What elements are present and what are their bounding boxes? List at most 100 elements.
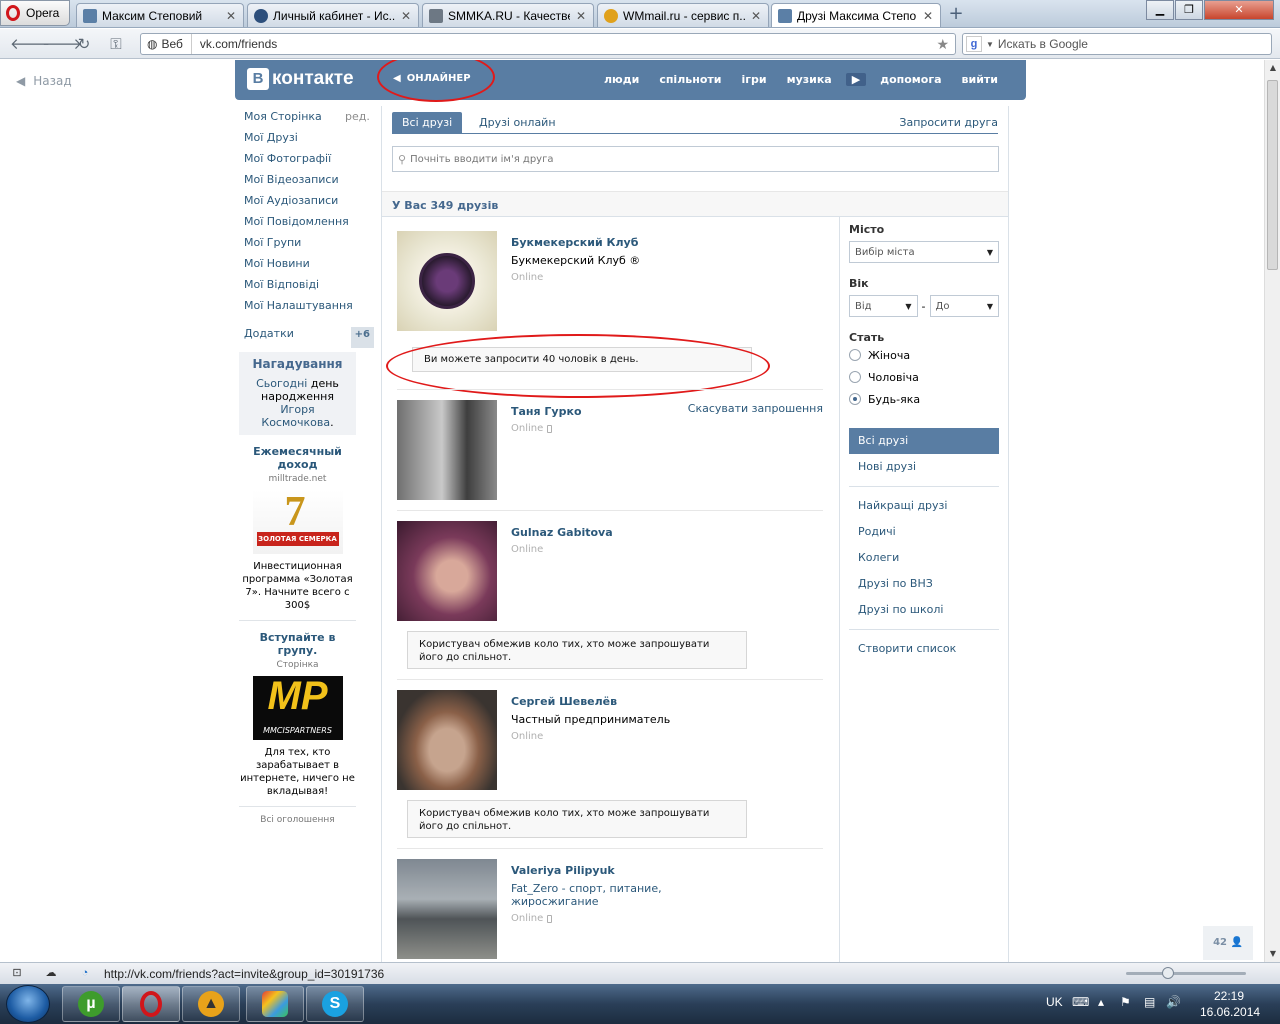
city-select[interactable]: Вибір міста ▼ [849, 241, 999, 263]
friend-photo[interactable] [397, 231, 497, 331]
nav-logout[interactable]: вийти [952, 73, 1008, 86]
volume-icon[interactable]: 🔊 [1166, 995, 1181, 1009]
google-icon[interactable]: g [966, 36, 982, 52]
online-counter-button[interactable]: 42 👤 [1203, 926, 1253, 960]
new-tab-icon[interactable]: + [946, 4, 966, 24]
nav-help[interactable]: допомога [870, 73, 951, 86]
cloud-icon[interactable]: ☁ [44, 967, 58, 979]
browser-tab[interactable]: Максим Степовий ✕ [76, 3, 244, 27]
cancel-invite-link[interactable]: Скасувати запрошення [688, 402, 823, 415]
reload-icon[interactable]: ↻ [74, 35, 94, 53]
nav-communities[interactable]: спільноти [649, 73, 731, 86]
close-tab-icon[interactable]: ✕ [750, 9, 762, 23]
friend-photo[interactable] [397, 859, 497, 959]
clock-time[interactable]: 22:19 [1214, 989, 1244, 1003]
bookmark-star-icon[interactable]: ★ [936, 36, 955, 53]
opera-menu-button[interactable]: Opera [0, 0, 70, 26]
list-colleagues[interactable]: Колеги [849, 545, 999, 571]
key-icon[interactable]: ⚿ [106, 35, 126, 53]
browser-tab[interactable]: SMMKA.RU - Качестве... ✕ [422, 3, 594, 27]
gender-any-radio[interactable]: Будь-яка [849, 388, 999, 410]
flag-icon[interactable]: ⚑ [1120, 995, 1131, 1009]
friend-photo[interactable] [397, 690, 497, 790]
friend-subtitle-link[interactable]: Fat_Zero - спорт, питание, жиросжигание [511, 882, 691, 908]
create-list-link[interactable]: Створити список [849, 636, 999, 662]
age-to-select[interactable]: До ▼ [929, 295, 999, 317]
gender-female-radio[interactable]: Жіноча [849, 344, 999, 366]
menu-my-settings[interactable]: Мої Налаштування [244, 299, 374, 320]
minimize-icon[interactable]: ▁ [1146, 0, 1174, 20]
close-window-icon[interactable]: ✕ [1204, 0, 1274, 20]
network-icon[interactable]: ▤ [1144, 995, 1155, 1009]
all-ads-link[interactable]: Всі оголошення [239, 815, 356, 825]
tab-online-friends[interactable]: Друзі онлайн [469, 112, 566, 134]
restore-icon[interactable]: ❐ [1175, 0, 1203, 20]
ad-image[interactable]: 7 ЗОЛОТАЯ СЕМЕРКА [252, 489, 343, 554]
friend-name[interactable]: Gulnaz Gabitova [511, 526, 613, 539]
speed-icon[interactable]: ◔ [78, 967, 92, 979]
back-link[interactable]: ◀ Назад [16, 74, 72, 88]
utorrent-taskbar-button[interactable]: µ [62, 986, 120, 1022]
list-relatives[interactable]: Родичі [849, 519, 999, 545]
close-tab-icon[interactable]: ✕ [225, 9, 237, 23]
language-indicator[interactable]: UK [1046, 995, 1063, 1009]
url-field[interactable]: ◍ Веб vk.com/friends ★ [140, 33, 956, 55]
edit-profile-link[interactable]: ред. [345, 110, 370, 123]
list-new-friends[interactable]: Нові друзі [849, 454, 999, 480]
nav-music[interactable]: музика [777, 73, 842, 86]
zoom-slider[interactable] [1126, 967, 1246, 979]
ad-block[interactable]: Ежемесячный доход milltrade.net 7 ЗОЛОТА… [239, 435, 356, 621]
friend-photo[interactable] [397, 521, 497, 621]
paint-taskbar-button[interactable] [246, 986, 304, 1022]
keyboard-icon[interactable]: ⌨ [1072, 995, 1089, 1009]
url-text[interactable]: vk.com/friends [192, 37, 937, 51]
tray-arrow-icon[interactable]: ▴ [1098, 995, 1104, 1009]
back-arrow-icon[interactable]: 🡐 [10, 35, 50, 53]
menu-my-audio[interactable]: Мої Аудіозаписи [244, 194, 374, 215]
list-school-friends[interactable]: Друзі по школі [849, 597, 999, 623]
menu-my-groups[interactable]: Мої Групи [244, 236, 374, 257]
zoom-slider-knob[interactable] [1162, 967, 1174, 979]
browser-tab[interactable]: WMmail.ru - сервис п... ✕ [597, 3, 769, 27]
menu-my-videos[interactable]: Мої Відеозаписи [244, 173, 374, 194]
aimp-taskbar-button[interactable]: ▲ [182, 986, 240, 1022]
dropdown-arrow-icon[interactable]: ▼ [986, 40, 994, 49]
clock-date[interactable]: 16.06.2014 [1200, 1005, 1260, 1019]
nav-games[interactable]: ігри [731, 73, 776, 86]
ad-title[interactable]: Ежемесячный доход [239, 445, 356, 471]
forward-arrow-icon[interactable]: 🡒 [42, 35, 82, 53]
ad-title[interactable]: Вступайте в групу. [239, 631, 356, 657]
menu-my-friends[interactable]: Мої Друзі [244, 131, 374, 152]
menu-apps[interactable]: Додатки +6 [244, 327, 374, 348]
scroll-up-icon[interactable]: ▲ [1265, 60, 1280, 76]
close-tab-icon[interactable]: ✕ [922, 9, 934, 23]
friend-name[interactable]: Букмекерский Клуб [511, 236, 638, 249]
skype-taskbar-button[interactable]: S [306, 986, 364, 1022]
tab-all-friends[interactable]: Всі друзі [392, 112, 463, 134]
invite-friend-link[interactable]: Запросити друга [899, 112, 998, 134]
list-university-friends[interactable]: Друзі по ВНЗ [849, 571, 999, 597]
friend-name[interactable]: Таня Гурко [511, 405, 582, 418]
close-tab-icon[interactable]: ✕ [575, 9, 587, 23]
browser-tab-active[interactable]: Друзі Максима Степо... ✕ [771, 3, 941, 27]
web-badge[interactable]: ◍ Веб [141, 34, 192, 54]
menu-my-messages[interactable]: Мої Повідомлення [244, 215, 374, 236]
start-button[interactable] [6, 985, 50, 1023]
friend-search-input[interactable]: ⚲ Почніть вводити ім'я друга [392, 146, 999, 172]
menu-my-news[interactable]: Мої Новини [244, 257, 374, 278]
menu-my-photos[interactable]: Мої Фотографії [244, 152, 374, 173]
radio-circle[interactable] [849, 371, 861, 383]
close-tab-icon[interactable]: ✕ [400, 9, 412, 23]
vertical-scrollbar[interactable]: ▲ ▼ [1264, 60, 1280, 962]
menu-my-replies[interactable]: Мої Відповіді [244, 278, 374, 299]
opera-taskbar-button[interactable] [122, 986, 180, 1022]
reminder-name-link[interactable]: Игоря Космочкова [261, 403, 330, 429]
ad-image[interactable]: MP MMCISPARTNERS [252, 674, 343, 740]
vk-logo[interactable]: В контакте [247, 68, 354, 90]
list-best-friends[interactable]: Найкращі друзі [849, 493, 999, 519]
browser-tab[interactable]: Личный кабинет - Ис... ✕ [247, 3, 419, 27]
scroll-down-icon[interactable]: ▼ [1265, 946, 1280, 962]
reminder-today-link[interactable]: Сьогодні [256, 377, 307, 390]
radio-circle-selected[interactable] [849, 393, 861, 405]
nav-more-icon[interactable]: ▶ [845, 73, 867, 86]
